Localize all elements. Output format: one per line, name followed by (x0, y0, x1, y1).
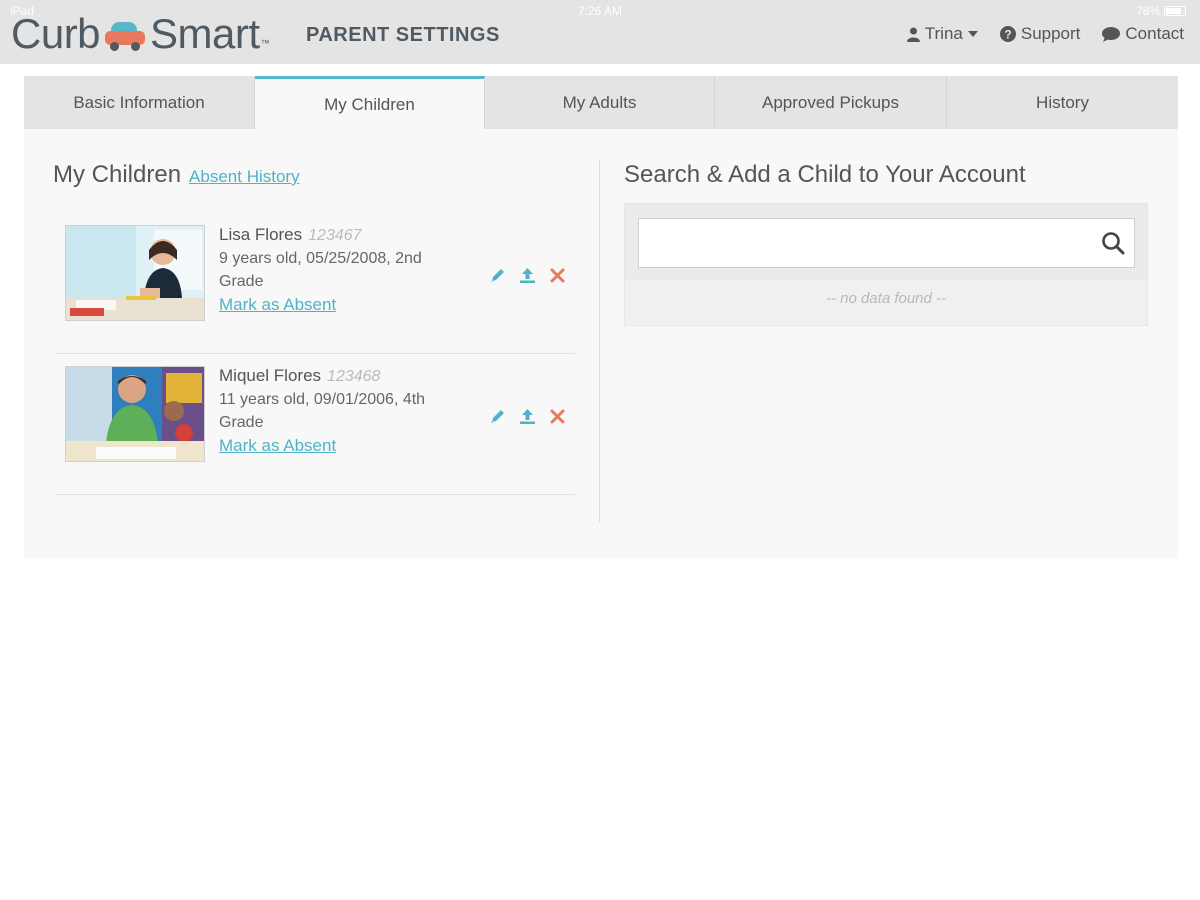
tab-history[interactable]: History (947, 76, 1178, 129)
upload-icon[interactable] (519, 408, 536, 425)
battery-icon (1164, 6, 1186, 16)
absent-history-link[interactable]: Absent History (189, 167, 300, 187)
child-photo (65, 366, 205, 462)
child-photo (65, 225, 205, 321)
search-section-title: Search & Add a Child to Your Account (624, 161, 1026, 188)
pencil-icon[interactable] (489, 267, 506, 284)
support-link[interactable]: ? Support (999, 24, 1081, 44)
close-icon[interactable] (549, 267, 566, 284)
child-name: Miquel Flores (219, 366, 322, 385)
child-id: 123468 (327, 368, 381, 385)
question-circle-icon: ? (999, 26, 1016, 42)
settings-panel: Basic Information My Children My Adults … (24, 76, 1178, 558)
page-title: PARENT SETTINGS (306, 24, 500, 46)
mark-absent-link[interactable]: Mark as Absent (219, 434, 459, 457)
top-nav: Trina ? Support Contact (906, 24, 1184, 44)
mark-absent-link[interactable]: Mark as Absent (219, 293, 459, 316)
search-child-section: Search & Add a Child to Your Account -- … (624, 161, 1148, 326)
battery-percent: 78% (1135, 4, 1160, 18)
close-icon[interactable] (549, 408, 566, 425)
user-name: Trina (924, 24, 963, 43)
device-time: 7:26 AM (577, 4, 623, 18)
search-results-box: -- no data found -- (624, 203, 1148, 326)
caret-down-icon (967, 31, 978, 37)
contact-link[interactable]: Contact (1102, 24, 1184, 44)
settings-tabs: Basic Information My Children My Adults … (24, 76, 1178, 129)
column-divider (599, 160, 600, 522)
search-icon[interactable] (1101, 231, 1126, 256)
child-id: 123467 (308, 227, 362, 244)
pencil-icon[interactable] (489, 408, 506, 425)
car-icon (102, 17, 148, 51)
logo-trademark: ™ (260, 38, 270, 48)
tab-my-adults[interactable]: My Adults (485, 76, 715, 129)
chat-bubble-icon (1102, 26, 1121, 42)
child-details: 9 years old, 05/25/2008, 2nd Grade (219, 250, 422, 290)
child-details: 11 years old, 09/01/2006, 4th Grade (219, 391, 426, 431)
search-field (638, 218, 1135, 268)
user-menu[interactable]: Trina (906, 24, 978, 44)
section-title: My Children (53, 161, 182, 188)
device-status-bar: iPad 7:26 AM 78% (0, 0, 1200, 22)
user-icon (906, 27, 920, 42)
tab-approved-pickups[interactable]: Approved Pickups (715, 76, 947, 129)
search-input[interactable] (639, 219, 1089, 267)
tab-my-children[interactable]: My Children (255, 76, 485, 129)
child-row: Lisa Flores 123467 9 years old, 05/25/200… (55, 213, 575, 354)
support-label: Support (1020, 24, 1081, 43)
child-row: Miquel Flores 123468 11 years old, 09/01/… (55, 354, 575, 495)
no-data-message: -- no data found -- (825, 290, 947, 307)
svg-text:?: ? (1004, 28, 1011, 42)
my-children-section: My Children Absent History Lisa Flores 1… (53, 161, 575, 495)
tab-basic-information[interactable]: Basic Information (24, 76, 255, 129)
child-name: Lisa Flores (219, 225, 303, 244)
contact-label: Contact (1125, 24, 1184, 43)
upload-icon[interactable] (519, 267, 536, 284)
